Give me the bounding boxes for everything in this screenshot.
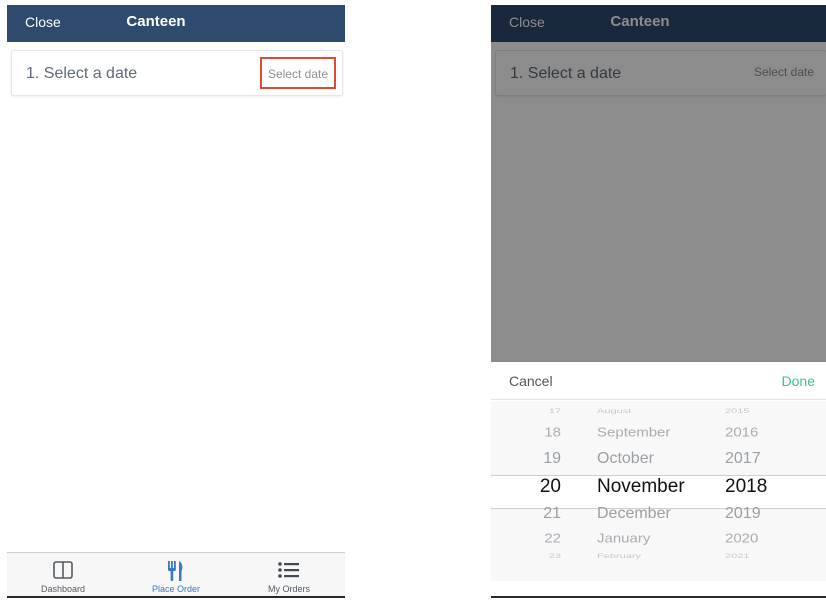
navigation-bar: Close Canteen xyxy=(7,5,345,42)
picker-day-option[interactable]: 19 xyxy=(543,451,561,467)
picker-month-option[interactable]: October xyxy=(597,451,654,467)
picker-month-option[interactable]: January xyxy=(597,532,650,545)
picker-year-option[interactable]: 2017 xyxy=(725,451,761,467)
select-date-card[interactable]: 1. Select a date Select date xyxy=(11,50,343,96)
picker-month-option[interactable]: September xyxy=(597,426,670,439)
picker-year-option[interactable]: 2021 xyxy=(725,553,749,559)
picker-year-option[interactable]: 2016 xyxy=(725,426,758,439)
right-phone-screen: Close Canteen 1. Select a date Select da… xyxy=(491,5,826,598)
dashboard-icon xyxy=(7,559,119,581)
picker-month-option[interactable]: December xyxy=(597,506,671,522)
year-wheel[interactable]: 2015 2016 2017 2018 2019 2020 2021 xyxy=(721,401,781,581)
page-title: Canteen xyxy=(126,13,186,30)
picker-day-option[interactable]: 21 xyxy=(543,506,561,522)
list-icon xyxy=(233,559,345,581)
picker-month-option[interactable]: August xyxy=(597,408,631,414)
tab-label: My Orders xyxy=(267,584,310,594)
day-wheel[interactable]: 17 18 19 20 21 22 23 xyxy=(531,401,571,581)
picker-day-option[interactable]: 18 xyxy=(544,426,561,439)
step-label: 1. Select a date xyxy=(26,65,138,82)
cutlery-icon xyxy=(120,559,232,581)
date-picker-wheels[interactable]: 17 18 19 20 21 22 23 August September October Nov… xyxy=(491,401,826,581)
sheet-bottom-edge xyxy=(491,581,826,598)
picker-year-option[interactable]: 2019 xyxy=(725,506,761,522)
month-wheel[interactable]: August September October November December Ja… xyxy=(591,401,721,581)
cancel-button[interactable]: Cancel xyxy=(509,373,553,389)
picker-year-option[interactable]: 2015 xyxy=(725,408,749,414)
picker-day-option[interactable]: 17 xyxy=(549,408,561,414)
picker-day-option[interactable]: 23 xyxy=(549,553,561,559)
picker-day-selected[interactable]: 20 xyxy=(540,477,561,496)
tab-dashboard[interactable]: Dashboard xyxy=(7,553,119,597)
tab-my-orders[interactable]: My Orders xyxy=(233,553,345,597)
picker-month-option[interactable]: February xyxy=(597,553,641,559)
picker-day-option[interactable]: 22 xyxy=(544,532,561,545)
tab-bar: Dashboard Place Order My Orders xyxy=(7,552,345,598)
picker-toolbar: Cancel Done xyxy=(491,362,826,400)
picker-year-option[interactable]: 2020 xyxy=(725,532,758,545)
select-date-button[interactable]: Select date xyxy=(259,57,336,89)
modal-backdrop[interactable] xyxy=(491,5,826,362)
date-picker-sheet: Cancel Done 17 18 19 20 21 22 23 August Septemb… xyxy=(491,362,826,598)
tab-place-order[interactable]: Place Order xyxy=(120,553,232,597)
picker-year-selected[interactable]: 2018 xyxy=(725,477,767,496)
tab-label: Dashboard xyxy=(40,584,86,594)
done-button[interactable]: Done xyxy=(782,373,815,389)
tab-label: Place Order xyxy=(151,584,201,594)
picker-month-selected[interactable]: November xyxy=(597,477,685,496)
left-phone-screen: Close Canteen 1. Select a date Select da… xyxy=(7,5,345,598)
